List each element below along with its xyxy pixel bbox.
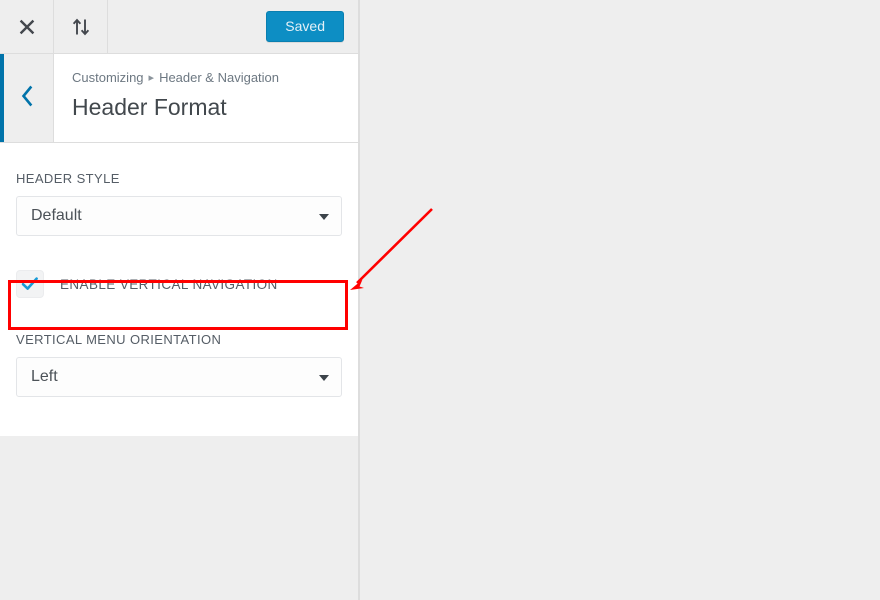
section-header: Customizing ▸ Header & Navigation Header F…	[0, 54, 358, 143]
collapse-arrows-icon	[70, 17, 92, 37]
control-label-header-style: HEADER STYLE	[16, 171, 120, 186]
chevron-left-icon	[20, 85, 34, 112]
page-title: Header Format	[72, 93, 227, 120]
chevron-down-icon	[319, 375, 329, 381]
customizer-sidebar: Saved Customizing ▸ Header & Navigation He…	[0, 0, 358, 436]
collapse-panel-button[interactable]	[54, 0, 108, 53]
breadcrumb: Customizing ▸ Header & Navigation	[72, 70, 342, 87]
chevron-down-icon	[319, 214, 329, 220]
breadcrumb-parent[interactable]: Header & Navigation	[159, 70, 279, 85]
section-header-text: Customizing ▸ Header & Navigation Header F…	[54, 54, 358, 142]
screen: Saved Customizing ▸ Header & Navigation He…	[0, 0, 880, 600]
controls-body: HEADER STYLE Default ENABLE VERTICAL NAV…	[0, 143, 358, 397]
enable-vertical-navigation-checkbox[interactable]	[16, 270, 44, 298]
close-icon	[18, 18, 36, 36]
checkmark-icon	[21, 276, 39, 292]
customizer-toolbar: Saved	[0, 0, 358, 54]
breadcrumb-root[interactable]: Customizing	[72, 70, 144, 85]
header-style-value: Default	[31, 207, 82, 224]
control-vertical-menu-orientation: VERTICAL MENU ORIENTATION Left	[16, 332, 342, 397]
header-style-select[interactable]: Default	[16, 196, 342, 236]
breadcrumb-separator-icon: ▸	[148, 72, 155, 84]
close-button[interactable]	[0, 0, 54, 53]
enable-vertical-navigation-label: ENABLE VERTICAL NAVIGATION	[60, 276, 278, 292]
vertical-menu-orientation-value: Left	[31, 368, 58, 385]
control-label-vertical-menu-orientation: VERTICAL MENU ORIENTATION	[16, 332, 222, 347]
sidebar-divider	[358, 0, 360, 600]
control-enable-vertical-navigation[interactable]: ENABLE VERTICAL NAVIGATION	[16, 266, 342, 302]
vertical-menu-orientation-select[interactable]: Left	[16, 357, 342, 397]
back-button[interactable]	[0, 54, 54, 142]
save-area: Saved	[266, 0, 358, 53]
save-button[interactable]: Saved	[266, 11, 344, 42]
control-header-style: HEADER STYLE Default	[16, 171, 342, 236]
